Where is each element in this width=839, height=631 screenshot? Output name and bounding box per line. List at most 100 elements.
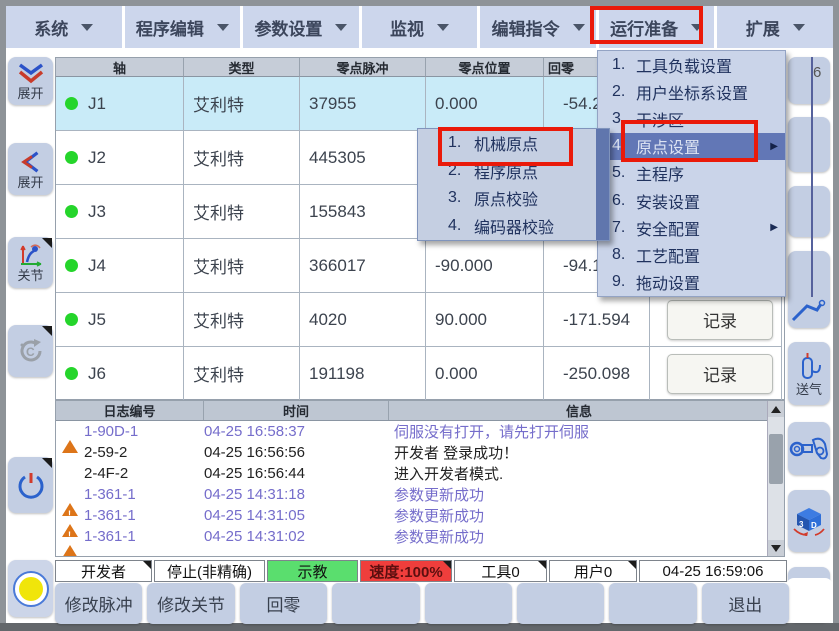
- log-message: 参数更新成功: [394, 484, 784, 505]
- corner-mark-icon: [143, 561, 151, 569]
- axis-status-icon: [65, 367, 78, 380]
- chevron-down-icon: [217, 24, 229, 31]
- axis-status-icon: [65, 205, 78, 218]
- right-panel-button-2[interactable]: [788, 117, 830, 172]
- tool-cell[interactable]: 工具0: [454, 560, 547, 582]
- log-row[interactable]: 2-4F-2 04-25 16:56:44 进入开发者模式.: [56, 463, 784, 484]
- axis-cell[interactable]: J1: [56, 77, 184, 131]
- submenu-item-encoder-check[interactable]: 4. 编码器校验: [418, 212, 596, 240]
- power-button[interactable]: [8, 457, 53, 513]
- modify-joint-button[interactable]: 修改关节: [147, 583, 234, 624]
- dropdown-item-process-config[interactable]: 8. 工艺配置: [598, 242, 785, 269]
- home-cell: -250.098: [544, 347, 650, 401]
- dropdown-item-user-coord-settings[interactable]: 2. 用户坐标系设置: [598, 78, 785, 105]
- record-button[interactable]: 记录: [667, 300, 773, 340]
- log-message: 参数更新成功: [394, 505, 784, 526]
- 3d-view-button[interactable]: 3 D: [788, 490, 830, 552]
- log-row[interactable]: 1-361-1 04-25 14:31:02 参数更新成功: [56, 526, 784, 547]
- log-message: 开发者 登录成功！: [394, 442, 784, 463]
- exit-button[interactable]: 退出: [702, 583, 789, 624]
- soft-key-button[interactable]: [517, 583, 604, 624]
- log-header: 日志编号 时间 信息: [56, 401, 784, 421]
- gas-feed-button[interactable]: 送气: [788, 342, 830, 405]
- joint-mode-button[interactable]: 关节: [8, 237, 53, 288]
- menu-item-program-edit[interactable]: 程序编辑: [125, 6, 241, 48]
- log-id: 1-361-1: [84, 528, 204, 545]
- expand-left-button[interactable]: 展开: [8, 143, 53, 195]
- submenu-arrow-icon: ▶: [770, 222, 778, 233]
- log-row[interactable]: 1-90D-1 04-25 16:58:37 伺服没有打开，请先打开伺服: [56, 421, 784, 442]
- menu-item-label: 编辑指令: [492, 15, 560, 40]
- torch-line-icon: [811, 57, 813, 297]
- scroll-down-button[interactable]: [768, 540, 784, 556]
- log-panel: 日志编号 时间 信息 1-90D-1 04-25 16:58:37 伺服没有打开…: [55, 400, 785, 557]
- submenu-item-label: 原点校验: [474, 186, 538, 210]
- frame-bottom-edge: [0, 623, 839, 631]
- status-indicator-button[interactable]: [8, 560, 53, 617]
- record-button[interactable]: 记录: [667, 354, 773, 394]
- scroll-up-button[interactable]: [768, 401, 784, 417]
- corner-mark-icon: [42, 326, 52, 336]
- dropdown-item-tool-load-settings[interactable]: 1. 工具负载设置: [598, 51, 785, 78]
- log-row[interactable]: 1-361-1 04-25 14:31:18 参数更新成功: [56, 484, 784, 505]
- torch-icon: [791, 298, 827, 324]
- menu-item-system[interactable]: 系统: [6, 6, 122, 48]
- column-header-zero-pulse: 零点脉冲: [300, 58, 426, 77]
- pulse-cell: 191198: [300, 347, 426, 401]
- menu-item-param-settings[interactable]: 参数设置: [243, 6, 359, 48]
- position-cell: -90.000: [426, 239, 544, 293]
- dropdown-item-main-program[interactable]: 5. 主程序: [598, 160, 785, 187]
- dropdown-item-safety-config[interactable]: 7. 安全配置 ▶: [598, 214, 785, 241]
- soft-key-button[interactable]: [332, 583, 419, 624]
- left-sidebar: 展开 展开 关节: [6, 48, 55, 623]
- log-row[interactable]: 1-361-1 04-25 14:31:05 参数更新成功: [56, 505, 784, 526]
- submenu-item-label: 编码器校验: [474, 214, 554, 238]
- expand-down-button[interactable]: 展开: [8, 57, 53, 105]
- log-message: 进入开发者模式.: [394, 463, 784, 484]
- user-frame-cell[interactable]: 用户0: [549, 560, 637, 582]
- axis-cell[interactable]: J3: [56, 185, 184, 239]
- axis-cell[interactable]: J5: [56, 293, 184, 347]
- axis-name: J1: [88, 94, 106, 114]
- bottom-button-row: 修改脉冲 修改关节 回零 退出: [55, 583, 789, 624]
- log-column-message: 信息: [389, 401, 770, 420]
- soft-key-button[interactable]: [609, 583, 696, 624]
- right-panel-button-1[interactable]: [788, 57, 830, 104]
- menu-item-monitor[interactable]: 监视: [362, 6, 478, 48]
- log-scrollbar[interactable]: [767, 401, 784, 556]
- column-header-zero-position: 零点位置: [426, 58, 544, 77]
- covered-value-fragment: 6: [813, 64, 821, 81]
- sync-disabled-button[interactable]: C: [8, 325, 53, 377]
- menu-item-label: 系统: [34, 15, 68, 40]
- teach-mode-cell[interactable]: 示教: [267, 560, 358, 582]
- gamepad-button[interactable]: [788, 422, 830, 475]
- axis-cell[interactable]: J2: [56, 131, 184, 185]
- type-cell: 艾利特: [184, 293, 300, 347]
- menu-item-extend[interactable]: 扩展: [717, 6, 833, 48]
- torch-button[interactable]: [788, 251, 830, 328]
- log-time: 04-25 14:31:18: [204, 486, 394, 503]
- user-mode-cell[interactable]: 开发者: [55, 560, 152, 582]
- right-panel-button-3[interactable]: [788, 186, 830, 237]
- return-zero-button[interactable]: 回零: [240, 583, 327, 624]
- speed-cell[interactable]: 速度:100%: [360, 560, 452, 582]
- dropdown-item-install-settings[interactable]: 6. 安装设置: [598, 187, 785, 214]
- submenu-item-origin-check[interactable]: 3. 原点校验: [418, 185, 596, 213]
- axis-cell[interactable]: J4: [56, 239, 184, 293]
- menu-item-edit-commands[interactable]: 编辑指令: [480, 6, 596, 48]
- modify-pulse-button[interactable]: 修改脉冲: [55, 583, 142, 624]
- axis-cell[interactable]: J6: [56, 347, 184, 401]
- dropdown-item-label: 安装设置: [636, 189, 700, 213]
- type-cell: 艾利特: [184, 347, 300, 401]
- log-message: 参数更新成功: [394, 526, 784, 547]
- home-value: -54.2: [563, 94, 602, 113]
- dropdown-item-drag-settings[interactable]: 9. 拖动设置: [598, 269, 785, 296]
- log-row[interactable]: 2-59-2 04-25 16:56:56 开发者 登录成功！: [56, 442, 784, 463]
- record-cell: 记录: [650, 347, 782, 401]
- scrollbar-thumb[interactable]: [769, 434, 783, 484]
- log-time: 04-25 16:56:56: [204, 444, 394, 461]
- right-sidebar: 6 送气 3 D: [785, 48, 833, 623]
- expand-left-icon: [19, 150, 43, 174]
- soft-key-button[interactable]: [425, 583, 512, 624]
- speed-label: 速度:100%: [369, 561, 442, 582]
